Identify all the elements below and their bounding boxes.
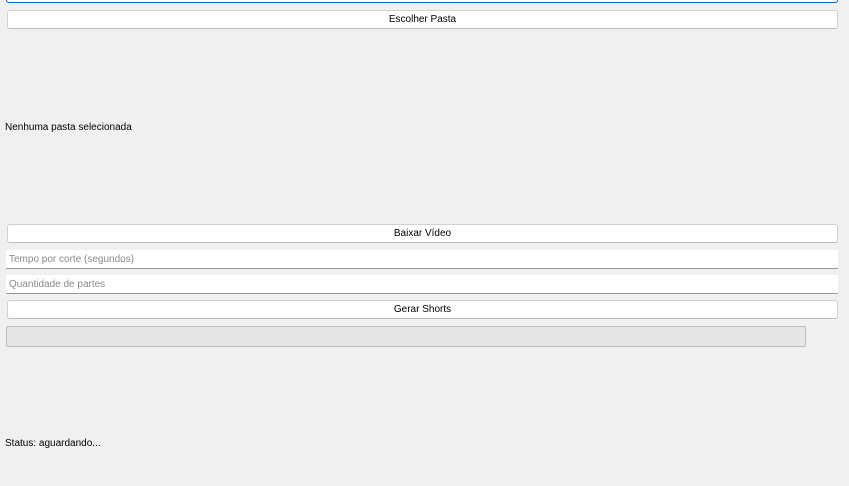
status-label: Status: aguardando... (5, 438, 101, 449)
parts-count-input[interactable] (6, 275, 838, 294)
choose-folder-button[interactable]: Escolher Pasta (7, 10, 838, 29)
url-input-edge[interactable] (6, 0, 838, 3)
cut-time-input[interactable] (6, 250, 838, 269)
progress-bar (6, 326, 806, 347)
generate-shorts-button[interactable]: Gerar Shorts (7, 300, 838, 319)
download-video-button[interactable]: Baixar Vídeo (7, 224, 838, 243)
folder-status-label: Nenhuma pasta selecionada (5, 122, 132, 133)
